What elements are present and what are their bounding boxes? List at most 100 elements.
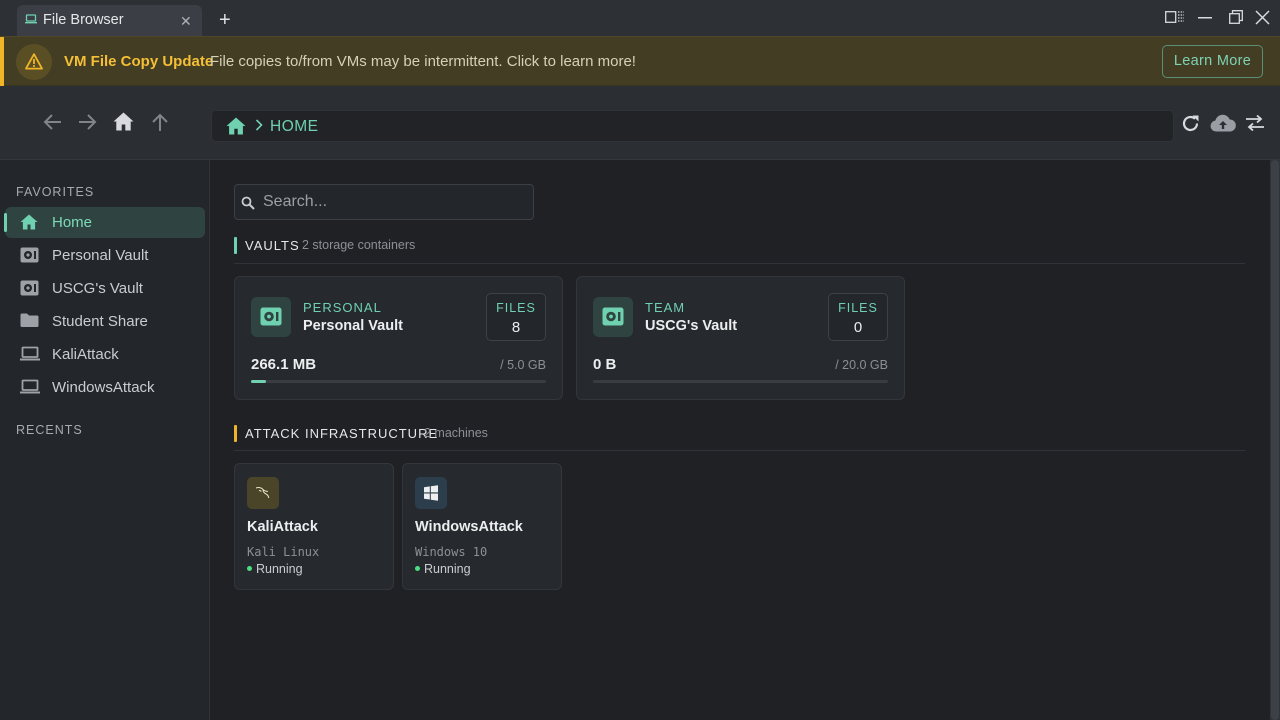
title-bar: File Browser ✕ + [0, 0, 1280, 36]
infrastructure-accent-bar [234, 425, 237, 442]
vm-os: Windows 10 [415, 545, 488, 559]
learn-more-button[interactable]: Learn More [1162, 45, 1263, 78]
files-label: FILES [496, 301, 536, 315]
sidebar-item-personal-vault[interactable]: Personal Vault [5, 240, 205, 271]
vault-icon [20, 247, 39, 263]
vault-name: Personal Vault [303, 318, 403, 334]
vault-name: USCG's Vault [645, 318, 738, 334]
vm-status-label: Running [256, 562, 303, 576]
folder-icon [20, 313, 39, 328]
breadcrumb-home-icon[interactable] [226, 117, 246, 135]
status-dot [415, 566, 420, 572]
status-dot [247, 566, 252, 572]
tab-file-browser[interactable]: File Browser ✕ [17, 5, 202, 36]
banner-accent-bar [0, 37, 4, 87]
sidebar-item-label: Personal Vault [52, 247, 149, 264]
laptop-icon [25, 14, 37, 24]
kali-dragon-icon [247, 477, 279, 509]
scrollbar-thumb[interactable] [1271, 160, 1279, 720]
vm-card-kaliattack[interactable]: KaliAttack Kali Linux Running [234, 463, 394, 590]
sidebar-item-windowsattack[interactable]: WindowsAttack [5, 372, 205, 403]
minimize-icon[interactable] [1198, 17, 1212, 19]
search-icon [241, 196, 255, 210]
vm-name: KaliAttack [247, 519, 318, 535]
search-box[interactable] [234, 184, 534, 220]
files-label: FILES [838, 301, 878, 315]
vault-used: 266.1 MB [251, 356, 317, 373]
sidebar-item-label: Student Share [52, 313, 148, 330]
scrollbar[interactable] [1270, 160, 1280, 720]
laptop-icon [20, 379, 40, 394]
usage-progress-fill [251, 380, 267, 383]
vaults-section-header: VAULTS 2 storage containers [234, 237, 634, 255]
vm-card-windowsattack[interactable]: WindowsAttack Windows 10 Running [402, 463, 562, 590]
laptop-icon [20, 346, 40, 361]
banner-message[interactable]: File copies to/from VMs may be intermitt… [210, 53, 636, 70]
sidebar-item-home[interactable]: Home [4, 207, 205, 238]
vm-status: Running [415, 562, 471, 576]
address-bar[interactable]: HOME [211, 110, 1174, 142]
sidebar-item-uscg-vault[interactable]: USCG's Vault [5, 273, 205, 304]
vault-type: TEAM [645, 300, 686, 315]
maximize-icon[interactable] [1229, 10, 1243, 24]
snap-layout-icon[interactable] [1165, 10, 1185, 24]
chevron-right-icon [255, 119, 263, 131]
vm-status: Running [247, 562, 303, 576]
vault-card-personal[interactable]: PERSONAL Personal Vault FILES 8 266.1 MB… [234, 276, 563, 400]
home-icon [20, 214, 38, 230]
sidebar-item-label: USCG's Vault [52, 280, 143, 297]
files-count-badge: FILES 0 [828, 293, 888, 341]
vm-os: Kali Linux [247, 545, 320, 559]
sidebar-item-kaliattack[interactable]: KaliAttack [5, 339, 205, 370]
vm-status-label: Running [424, 562, 471, 576]
vaults-title: VAULTS [245, 238, 300, 253]
usage-progress-bar [593, 380, 888, 383]
forward-arrow-icon[interactable] [78, 113, 98, 131]
usage-progress-bar [251, 380, 546, 383]
infrastructure-title: ATTACK INFRASTRUCTURE [245, 426, 439, 441]
vault-icon [251, 297, 291, 337]
main-content: VAULTS 2 storage containers PERSONAL Per… [210, 160, 1270, 720]
search-input[interactable] [263, 185, 529, 219]
refresh-icon[interactable] [1181, 114, 1200, 133]
warning-icon [16, 44, 52, 80]
vm-name: WindowsAttack [415, 519, 523, 535]
navigation-toolbar: HOME [0, 86, 1280, 160]
sidebar: FAVORITES Home Personal Vault USCG's Vau… [0, 160, 210, 720]
vault-used: 0 B [593, 356, 617, 373]
close-window-icon[interactable] [1255, 10, 1270, 25]
tab-title: File Browser [43, 12, 124, 28]
transfer-arrows-icon[interactable] [1245, 115, 1265, 131]
files-count: 0 [853, 319, 863, 336]
files-count: 8 [511, 319, 521, 336]
windows-logo-icon [415, 477, 447, 509]
vault-capacity: / 5.0 GB [500, 358, 546, 372]
section-divider [234, 263, 1245, 264]
vault-capacity: / 20.0 GB [835, 358, 888, 372]
back-arrow-icon[interactable] [42, 113, 62, 131]
vault-icon [593, 297, 633, 337]
infrastructure-subtitle: 2 machines [424, 426, 488, 440]
files-count-badge: FILES 8 [486, 293, 546, 341]
up-arrow-icon[interactable] [151, 112, 169, 132]
home-icon[interactable] [113, 112, 134, 131]
breadcrumb-home[interactable]: HOME [270, 118, 319, 136]
sidebar-item-label: KaliAttack [52, 346, 119, 363]
recents-heading: RECENTS [16, 423, 83, 437]
cloud-upload-icon[interactable] [1210, 114, 1236, 132]
close-tab-icon[interactable]: ✕ [180, 13, 192, 30]
favorites-heading: FAVORITES [16, 185, 95, 199]
sidebar-item-student-share[interactable]: Student Share [5, 306, 205, 337]
sidebar-item-label: WindowsAttack [52, 379, 155, 396]
vaults-subtitle: 2 storage containers [302, 238, 416, 252]
vault-card-team[interactable]: TEAM USCG's Vault FILES 0 0 B / 20.0 GB [576, 276, 905, 400]
infrastructure-section-header: ATTACK INFRASTRUCTURE 2 machines [234, 425, 634, 443]
notification-banner[interactable]: VM File Copy Update File copies to/from … [0, 36, 1280, 87]
new-tab-button[interactable]: + [219, 10, 231, 30]
vaults-accent-bar [234, 237, 237, 254]
vault-icon [20, 280, 39, 296]
banner-title: VM File Copy Update [64, 53, 214, 70]
vault-type: PERSONAL [303, 300, 382, 315]
sidebar-item-label: Home [52, 214, 93, 231]
section-divider [234, 450, 1245, 451]
